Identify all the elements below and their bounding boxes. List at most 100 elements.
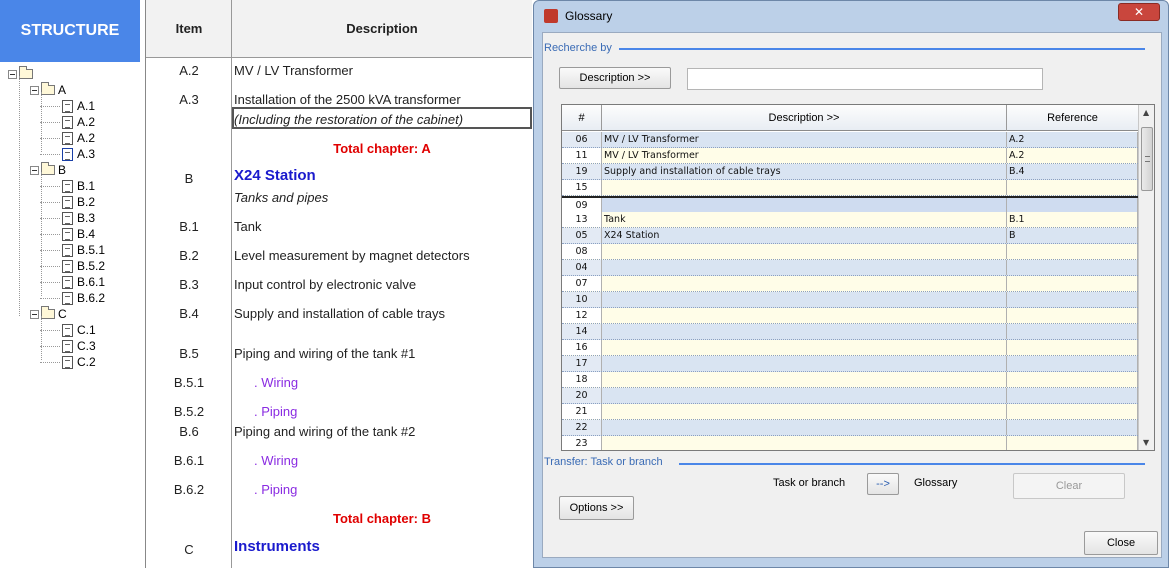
grid-header-reference[interactable]: Reference [1007,105,1138,131]
grid-cell-description[interactable] [602,404,1007,419]
row-description[interactable]: Piping and wiring of the tank #2 [234,424,415,439]
options-button[interactable]: Options >> [559,496,634,520]
row-description[interactable]: . Wiring [254,375,298,390]
row-description[interactable]: Piping and wiring of the tank #1 [234,346,415,361]
description-search-button[interactable]: Description >> [559,67,671,89]
grid-cell-num[interactable]: 09 [562,198,602,212]
grid-row[interactable]: 13 Tank B.1 [562,212,1138,228]
grid-cell-description[interactable] [602,198,1007,212]
collapse-toggle-icon[interactable] [8,69,17,79]
row-description[interactable]: . Wiring [254,453,298,468]
grid-header-description[interactable]: Description >> [602,105,1007,131]
grid-row[interactable]: 23 [562,436,1138,450]
grid-cell-reference[interactable] [1007,244,1138,259]
collapse-toggle-icon[interactable] [30,309,39,319]
cell-editor[interactable] [232,107,532,129]
row-description[interactable]: Supply and installation of cable trays [234,306,445,321]
row-item-code[interactable]: B.5.1 [146,375,232,390]
tree-node[interactable]: B.4 [62,226,95,242]
row-description[interactable]: . Piping [254,404,297,419]
grid-row[interactable]: 10 [562,292,1138,308]
grid-cell-reference[interactable] [1007,260,1138,275]
tree-node[interactable]: C.2 [62,354,96,370]
grid-cell-num[interactable]: 20 [562,388,602,403]
row-item-code[interactable]: C [146,542,232,557]
tree-node[interactable]: B.5.1 [62,242,105,258]
grid-row[interactable]: 11 MV / LV Transformer A.2 [562,148,1138,164]
grid-cell-reference[interactable] [1007,340,1138,355]
collapse-toggle-icon[interactable] [30,85,39,95]
tree-node[interactable] [8,66,36,82]
row-description[interactable]: Input control by electronic valve [234,277,416,292]
row-item-code[interactable]: B [146,171,232,186]
grid-cell-description[interactable]: X24 Station [602,228,1007,243]
grid-cell-description[interactable] [602,244,1007,259]
grid-cell-description[interactable] [602,292,1007,307]
grid-cell-reference[interactable] [1007,420,1138,435]
grid-cell-description[interactable] [602,324,1007,339]
row-item-code[interactable]: B.5 [146,346,232,361]
grid-cell-reference[interactable] [1007,324,1138,339]
tree-node[interactable]: A [30,82,66,98]
grid-cell-description[interactable]: Tank [602,212,1007,227]
grid-cell-reference[interactable]: B [1007,228,1138,243]
grid-cell-num[interactable]: 05 [562,228,602,243]
grid-row[interactable]: 16 [562,340,1138,356]
clear-button[interactable]: Clear [1013,473,1125,499]
grid-cell-num[interactable]: 11 [562,148,602,163]
grid-cell-description[interactable] [602,260,1007,275]
grid-cell-description[interactable] [602,276,1007,291]
grid-row[interactable]: 19 Supply and installation of cable trays… [562,164,1138,180]
grid-cell-num[interactable]: 10 [562,292,602,307]
row-item-code[interactable]: B.2 [146,248,232,263]
grid-cell-reference[interactable]: A.2 [1007,132,1138,147]
grid-cell-reference[interactable] [1007,372,1138,387]
grid-cell-reference[interactable] [1007,436,1138,450]
tree-node[interactable]: A.2 [62,114,95,130]
scroll-up-arrow-icon[interactable]: ▲ [1143,108,1149,117]
tree-node[interactable]: B.6.1 [62,274,105,290]
chapter-total[interactable]: Total chapter: A [232,141,532,156]
grid-cell-description[interactable] [602,420,1007,435]
grid-cell-reference[interactable]: A.2 [1007,148,1138,163]
grid-cell-reference[interactable] [1007,276,1138,291]
grid-cell-description[interactable] [602,308,1007,323]
chapter-total[interactable]: Total chapter: B [232,511,532,526]
grid-cell-num[interactable]: 23 [562,436,602,450]
row-item-code[interactable]: A.3 [146,92,232,107]
row-item-code[interactable]: B.6.2 [146,482,232,497]
window-titlebar[interactable]: Glossary ✕ [534,1,1168,31]
grid-cell-num[interactable]: 12 [562,308,602,323]
grid-cell-reference[interactable]: B.4 [1007,164,1138,179]
grid-cell-num[interactable]: 06 [562,132,602,147]
grid-cell-num[interactable]: 07 [562,276,602,291]
tree-node[interactable]: C [30,306,67,322]
grid-cell-num[interactable]: 14 [562,324,602,339]
grid-row[interactable]: 05 X24 Station B [562,228,1138,244]
grid-cell-reference[interactable] [1007,292,1138,307]
grid-cell-num[interactable]: 13 [562,212,602,227]
grid-cell-description[interactable]: Supply and installation of cable trays [602,164,1007,179]
row-description[interactable]: Tank [234,219,261,234]
grid-row[interactable]: 18 [562,372,1138,388]
grid-cell-reference[interactable] [1007,180,1138,195]
tree-node[interactable]: B.3 [62,210,95,226]
grid-cell-num[interactable]: 16 [562,340,602,355]
grid-cell-description[interactable] [602,372,1007,387]
grid-cell-num[interactable]: 18 [562,372,602,387]
tree-node[interactable]: B [30,162,66,178]
grid-cell-description[interactable]: MV / LV Transformer [602,132,1007,147]
grid-row[interactable]: 04 [562,260,1138,276]
transfer-arrow-button[interactable]: --> [867,473,899,495]
grid-row[interactable]: 17 [562,356,1138,372]
section-title[interactable]: X24 Station [234,167,316,184]
grid-cell-description[interactable] [602,340,1007,355]
grid-cell-num[interactable]: 19 [562,164,602,179]
grid-row[interactable]: 21 [562,404,1138,420]
grid-cell-reference[interactable] [1007,198,1138,212]
grid-row[interactable]: 06 MV / LV Transformer A.2 [562,132,1138,148]
grid-row[interactable]: 15 [562,180,1138,196]
tree-node[interactable]: A.1 [62,98,95,114]
tree-node[interactable]: A.2 [62,130,95,146]
grid-cell-description[interactable] [602,356,1007,371]
